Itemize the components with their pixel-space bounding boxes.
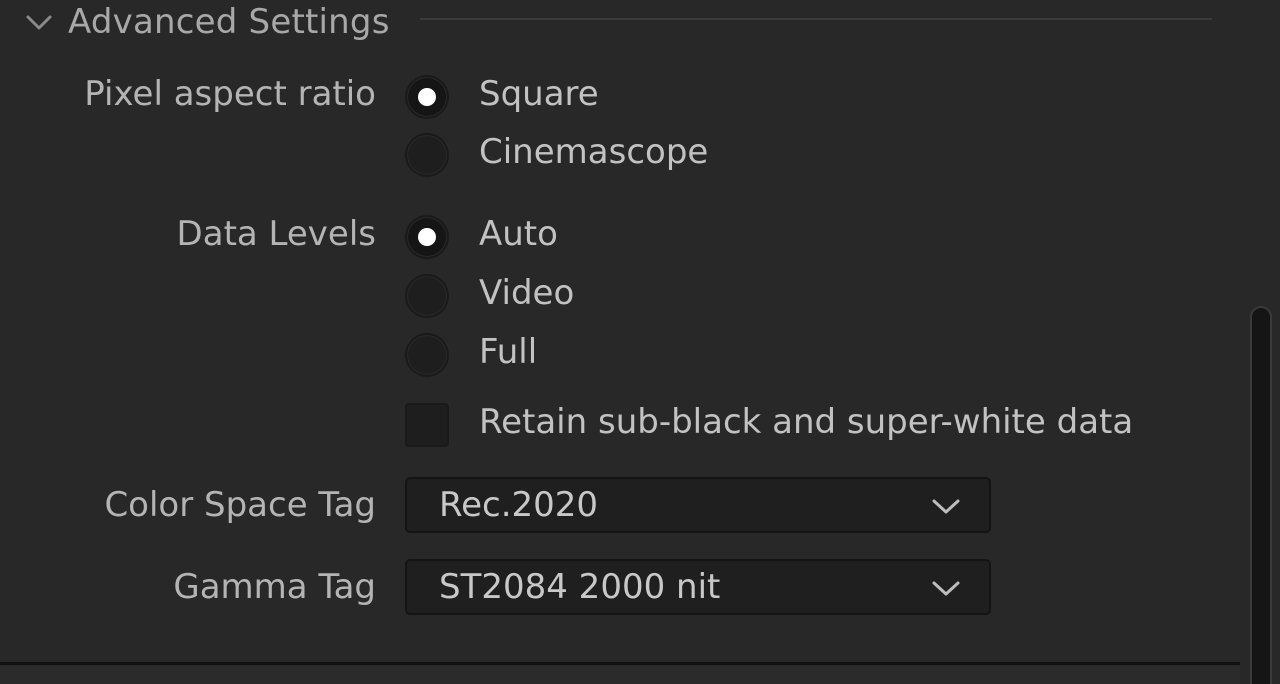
gamma-tag-value: ST2084 2000 nit [439, 567, 721, 607]
radio-selected-dot [418, 88, 436, 106]
gamma-tag-dropdown[interactable]: ST2084 2000 nit [405, 559, 991, 615]
retain-sub-black-checkbox[interactable] [405, 403, 449, 447]
chevron-down-icon[interactable] [24, 7, 54, 37]
radio-auto-label[interactable]: Auto [479, 214, 558, 254]
color-space-tag-dropdown[interactable]: Rec.2020 [405, 477, 991, 533]
radio-square-label[interactable]: Square [479, 74, 599, 114]
retain-sub-black-label[interactable]: Retain sub-black and super-white data [479, 402, 1133, 442]
data-levels-label: Data Levels [176, 214, 376, 254]
radio-auto[interactable] [405, 215, 449, 259]
section-title: Advanced Settings [68, 2, 390, 42]
radio-video-label[interactable]: Video [479, 273, 574, 313]
section-header[interactable]: Advanced Settings [24, 0, 390, 44]
color-space-tag-label: Color Space Tag [104, 485, 376, 525]
radio-full-label[interactable]: Full [479, 332, 537, 372]
chevron-down-icon [932, 581, 960, 596]
scrollbar-thumb[interactable] [1250, 306, 1272, 684]
radio-cinemascope-label[interactable]: Cinemascope [479, 132, 708, 172]
next-section-strip [0, 665, 1240, 684]
radio-video[interactable] [405, 274, 449, 318]
pixel-aspect-ratio-label: Pixel aspect ratio [84, 74, 376, 114]
chevron-down-icon [932, 499, 960, 514]
section-divider [420, 18, 1212, 20]
radio-cinemascope[interactable] [405, 133, 449, 177]
radio-selected-dot [418, 228, 436, 246]
radio-full[interactable] [405, 333, 449, 377]
color-space-tag-value: Rec.2020 [439, 485, 599, 525]
gamma-tag-label: Gamma Tag [173, 567, 376, 607]
radio-square[interactable] [405, 75, 449, 119]
advanced-settings-panel: Advanced Settings Pixel aspect ratio Squ… [0, 0, 1280, 684]
